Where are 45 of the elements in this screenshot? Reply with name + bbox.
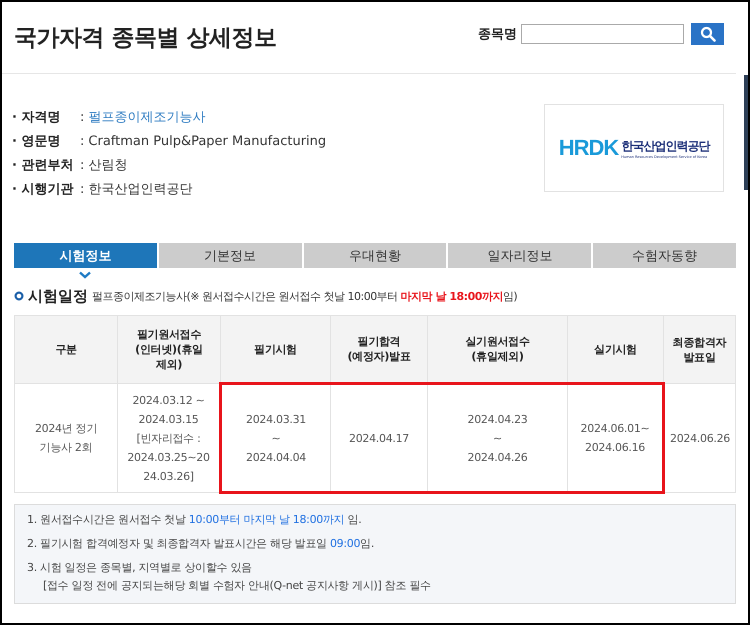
info-label: · 시행기관 [12, 181, 74, 198]
chevron-down-icon [79, 271, 92, 279]
info-label: · 관련부처 [12, 157, 74, 174]
table-cell: 2024년 정기 기능사 2회 [14, 384, 118, 492]
info-value: Craftman Pulp&Paper Manufacturing [88, 134, 326, 149]
table-cell: 2024.06.01~ 2024.06.16 [568, 384, 664, 492]
info-value: 산림청 [88, 157, 128, 174]
table-cell: 2024.04.23 ~ 2024.04.26 [428, 384, 568, 492]
search-button[interactable] [691, 22, 724, 44]
scrollbar[interactable] [744, 75, 748, 190]
info-separator: : [80, 110, 84, 125]
search-label: 종목명 [478, 26, 517, 42]
logo-name: 한국산업인력공단 [621, 138, 710, 154]
search-field[interactable] [521, 24, 684, 44]
note-text: 2. 필기시험 합격예정자 및 최종합격자 발표시간은 해당 발표일 09:00임. [27, 536, 376, 552]
info-label: · 영문명 [12, 133, 62, 150]
note-text: 3. 시험 일정은 종목별, 지역별로 상이할수 있음 [접수 일정 전에 공지되는해당 회별 수험자 안내(Q-net 공지사항 게시)] 참조 필수 [27, 560, 432, 594]
info-separator: : [80, 182, 84, 197]
page-title: 국가자격 종목별 상세정보 [14, 24, 277, 53]
column-header: 실기시험 [568, 316, 664, 384]
logo-mark: HRDK [558, 135, 618, 161]
bullet-icon [14, 291, 24, 301]
info-value: 한국산업인력공단 [88, 181, 192, 198]
column-header: 필기원서접수 (인터넷)(휴일 제외) [118, 316, 220, 384]
note-text: 1. 원서접수시간은 원서접수 첫날 10:00부터 마지막 날 18:00까지 임. [27, 512, 362, 528]
table-cell: 2024.04.17 [330, 384, 428, 492]
table-cell: 2024.03.31 ~ 2024.04.04 [220, 384, 330, 492]
info-separator: : [80, 158, 84, 173]
section-note: 펄프종이제조기능사(※ 원서접수시간은 원서접수 첫날 10:00부터 마지막 날 18:00까지임) [92, 288, 518, 304]
column-header: 최종합격자 발표일 [664, 316, 736, 384]
info-label: · 자격명 [12, 109, 62, 126]
tab[interactable]: 우대현황 [304, 243, 446, 268]
info-separator: : [80, 134, 84, 149]
tab[interactable]: 기본정보 [158, 243, 302, 268]
column-header: 필기합격 (예정자)발표 [330, 316, 428, 384]
section-title: 시험일정 [28, 286, 88, 306]
table-cell: 2024.06.26 [664, 384, 736, 492]
column-header: 실기원서접수 (휴일제외) [428, 316, 568, 384]
tab[interactable]: 수험자동향 [593, 243, 736, 268]
column-header: 필기시험 [220, 316, 330, 384]
search-icon [700, 26, 716, 42]
tab[interactable]: 시험정보 [14, 243, 157, 268]
tab[interactable]: 일자리정보 [448, 243, 592, 268]
column-header: 구분 [14, 316, 118, 384]
qualification-link[interactable]: 펄프종이제조기능사 [88, 108, 206, 126]
